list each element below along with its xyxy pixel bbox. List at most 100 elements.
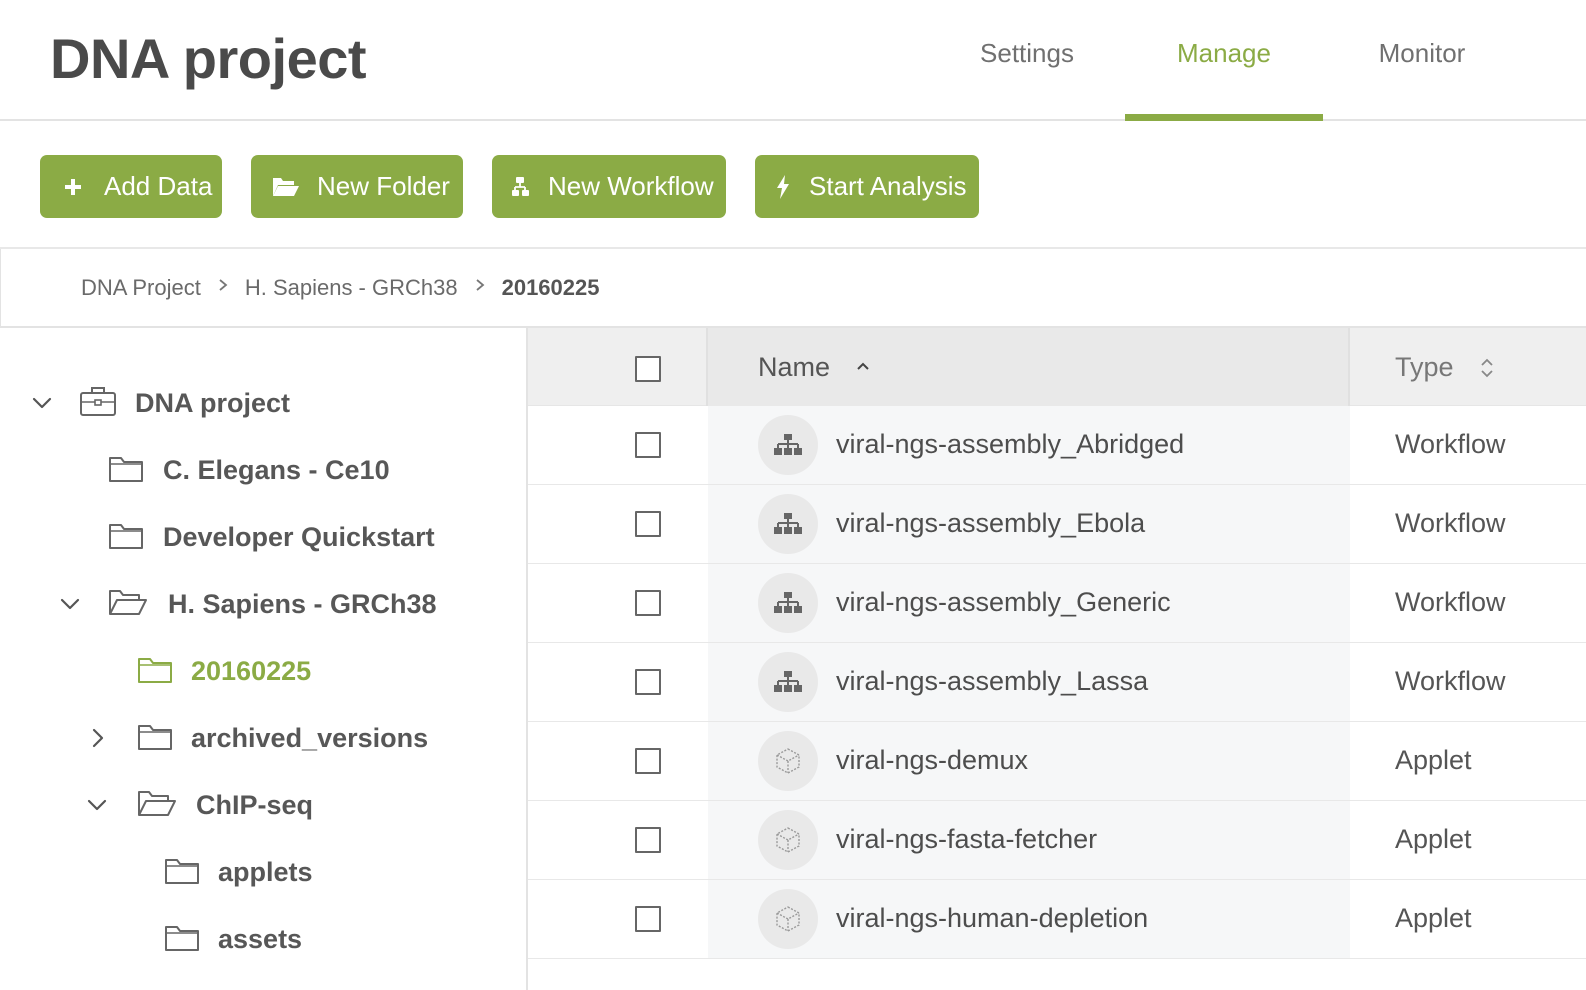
table-row[interactable]: viral-ngs-human-depletion Applet <box>528 880 1586 959</box>
tree-item-label: DNA project <box>135 388 291 418</box>
table-header: Name Type <box>528 328 1586 406</box>
tree-item-label: archived_versions <box>191 723 429 753</box>
tree-item-label: Developer Quickstart <box>163 522 435 552</box>
row-name[interactable]: viral-ngs-assembly_Ebola <box>836 508 1145 539</box>
breadcrumb-separator <box>217 276 229 299</box>
table-row[interactable]: viral-ngs-assembly_Generic Workflow <box>528 564 1586 643</box>
breadcrumb: DNA Project H. Sapiens - GRCh38 20160225 <box>0 249 1586 328</box>
file-table: Name Type viral-ngs-assembly_Abridged Wo… <box>528 328 1586 990</box>
start-analysis-button[interactable]: Start Analysis <box>755 155 979 218</box>
workflow-icon <box>758 652 818 712</box>
row-name[interactable]: viral-ngs-human-depletion <box>836 903 1148 934</box>
row-type: Workflow <box>1395 587 1506 617</box>
row-name[interactable]: viral-ngs-demux <box>836 745 1028 776</box>
row-checkbox[interactable] <box>635 748 661 774</box>
table-row[interactable]: viral-ngs-assembly_Lassa Workflow <box>528 643 1586 722</box>
add-data-label: Add Data <box>104 171 213 201</box>
new-folder-button[interactable]: New Folder <box>251 155 463 218</box>
tree-item-label: 20160225 <box>191 656 312 686</box>
row-name[interactable]: viral-ngs-assembly_Abridged <box>836 429 1184 460</box>
chevron-down-icon[interactable] <box>30 391 54 415</box>
folder-open-icon <box>137 788 177 818</box>
tree-item-assets[interactable]: assets <box>0 909 528 969</box>
column-divider <box>706 328 708 406</box>
tree-item-developer-quickstart[interactable]: Developer Quickstart <box>0 507 528 567</box>
new-folder-label: New Folder <box>317 171 450 201</box>
folder-icon <box>108 520 144 550</box>
select-all-checkbox[interactable] <box>635 356 661 382</box>
tree-item-label: C. Elegans - Ce10 <box>163 455 390 485</box>
workflow-icon <box>758 573 818 633</box>
table-row[interactable]: viral-ngs-fasta-fetcher Applet <box>528 801 1586 880</box>
tab-manage[interactable]: Manage <box>1125 38 1323 121</box>
row-type: Applet <box>1395 824 1472 854</box>
briefcase-icon <box>79 385 117 417</box>
row-name[interactable]: viral-ngs-fasta-fetcher <box>836 824 1097 855</box>
folder-icon <box>137 721 173 751</box>
tab-settings[interactable]: Settings <box>928 38 1126 121</box>
tree-item-chip-seq[interactable]: ChIP-seq <box>0 775 528 835</box>
start-analysis-label: Start Analysis <box>809 171 967 201</box>
folder-open-icon <box>108 587 148 617</box>
table-row[interactable]: viral-ngs-assembly_Abridged Workflow <box>528 406 1586 485</box>
folder-icon <box>164 855 200 885</box>
tree-item-label: assets <box>218 924 303 954</box>
row-checkbox[interactable] <box>635 906 661 932</box>
applet-cube-icon <box>758 889 818 949</box>
row-type: Workflow <box>1395 508 1506 538</box>
row-name[interactable]: viral-ngs-assembly_Lassa <box>836 666 1148 697</box>
tree-item-applets[interactable]: applets <box>0 842 528 902</box>
breadcrumb-item-dna-project[interactable]: DNA Project <box>81 275 201 301</box>
applet-cube-icon <box>758 810 818 870</box>
chevron-down-icon[interactable] <box>85 793 109 817</box>
tree-item-c-elegans[interactable]: C. Elegans - Ce10 <box>0 440 528 500</box>
bolt-icon <box>775 174 791 200</box>
workflow-icon <box>512 174 530 200</box>
row-name[interactable]: viral-ngs-assembly_Generic <box>836 587 1171 618</box>
toolbar: Add Data New Folder New Workflow Start A… <box>0 121 1586 249</box>
breadcrumb-separator <box>474 276 486 299</box>
breadcrumb-item-h-sapiens[interactable]: H. Sapiens - GRCh38 <box>245 275 458 301</box>
folder-icon <box>164 922 200 952</box>
workflow-icon <box>758 415 818 475</box>
table-row[interactable]: viral-ngs-demux Applet <box>528 722 1586 801</box>
row-checkbox[interactable] <box>635 511 661 537</box>
plus-icon <box>60 174 86 200</box>
name-column-header[interactable]: Name <box>758 352 830 383</box>
tree-item-dna-project[interactable]: DNA project <box>0 373 528 433</box>
chevron-right-icon[interactable] <box>85 726 109 750</box>
folder-open-icon <box>271 174 301 200</box>
tree-item-h-sapiens[interactable]: H. Sapiens - GRCh38 <box>0 574 528 634</box>
tree-item-label: applets <box>218 857 313 887</box>
new-workflow-label: New Workflow <box>548 171 714 201</box>
folder-icon <box>137 654 173 684</box>
chevron-down-icon[interactable] <box>58 592 82 616</box>
row-type: Applet <box>1395 903 1472 933</box>
sort-unsorted-icon[interactable] <box>1480 356 1494 385</box>
row-checkbox[interactable] <box>635 590 661 616</box>
add-data-button[interactable]: Add Data <box>40 155 222 218</box>
row-type: Workflow <box>1395 429 1506 459</box>
app-header: DNA project Settings Manage Monitor <box>0 0 1586 121</box>
folder-tree: DNA project C. Elegans - Ce10 Developer … <box>0 328 528 990</box>
column-divider <box>1348 328 1350 406</box>
folder-icon <box>108 453 144 483</box>
tree-item-label: H. Sapiens - GRCh38 <box>168 589 437 619</box>
workflow-icon <box>758 494 818 554</box>
applet-cube-icon <box>758 731 818 791</box>
breadcrumb-current: 20160225 <box>501 274 600 300</box>
project-title: DNA project <box>50 27 367 90</box>
sort-ascending-icon[interactable] <box>856 358 870 376</box>
table-row[interactable]: viral-ngs-assembly_Ebola Workflow <box>528 485 1586 564</box>
tab-monitor[interactable]: Monitor <box>1323 38 1521 121</box>
row-checkbox[interactable] <box>635 827 661 853</box>
active-tab-indicator <box>1125 114 1323 121</box>
row-checkbox[interactable] <box>635 669 661 695</box>
new-workflow-button[interactable]: New Workflow <box>492 155 726 218</box>
type-column-header[interactable]: Type <box>1395 352 1454 383</box>
row-type: Applet <box>1395 745 1472 775</box>
row-type: Workflow <box>1395 666 1506 696</box>
row-checkbox[interactable] <box>635 432 661 458</box>
tree-item-20160225[interactable]: 20160225 <box>0 641 528 701</box>
tree-item-archived-versions[interactable]: archived_versions <box>0 708 528 768</box>
